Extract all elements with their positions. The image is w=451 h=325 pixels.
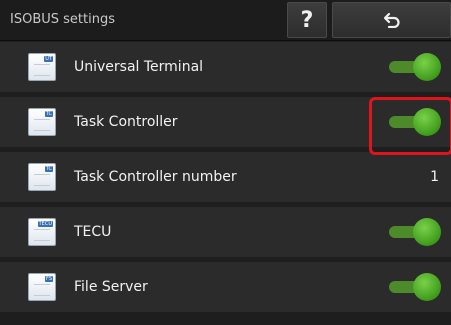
icon-tag: TC	[44, 111, 53, 117]
list-item-task-controller-number[interactable]: TC Task Controller number 1	[0, 152, 451, 202]
list-item-label: File Server	[74, 279, 148, 295]
settings-list: UT Universal Terminal TC Task Controller…	[0, 42, 451, 317]
list-item-label: Task Controller	[74, 114, 178, 130]
task-controller-number-icon: TC	[28, 163, 56, 191]
list-item-label: Task Controller number	[74, 169, 237, 185]
task-controller-number-value: 1	[430, 169, 439, 185]
icon-tag: TECU	[37, 221, 53, 227]
tecu-toggle[interactable]	[389, 218, 441, 246]
list-item-universal-terminal[interactable]: UT Universal Terminal	[0, 42, 451, 92]
icon-tag: TC	[44, 166, 53, 172]
help-button[interactable]: ?	[287, 2, 327, 38]
help-button-label: ?	[300, 8, 314, 33]
list-item-label: TECU	[74, 224, 112, 240]
list-item-label: Universal Terminal	[74, 59, 204, 75]
icon-tag: FS	[45, 276, 53, 282]
list-item-file-server[interactable]: FS File Server	[0, 262, 451, 312]
return-arrow-icon	[383, 12, 400, 28]
tecu-icon: TECU	[28, 218, 56, 246]
header-bar: ISOBUS settings ?	[0, 0, 451, 41]
icon-tag: UT	[44, 56, 53, 62]
list-item-tecu[interactable]: TECU TECU	[0, 207, 451, 257]
file-server-toggle[interactable]	[389, 273, 441, 301]
back-button[interactable]	[332, 2, 451, 38]
isobus-settings-screen: ISOBUS settings ? UT Universal Terminal …	[0, 0, 451, 325]
file-server-icon: FS	[28, 273, 56, 301]
task-controller-icon: TC	[28, 108, 56, 136]
universal-terminal-toggle[interactable]	[389, 53, 441, 81]
highlight-box	[369, 97, 451, 155]
universal-terminal-icon: UT	[28, 53, 56, 81]
page-title: ISOBUS settings	[10, 12, 115, 27]
